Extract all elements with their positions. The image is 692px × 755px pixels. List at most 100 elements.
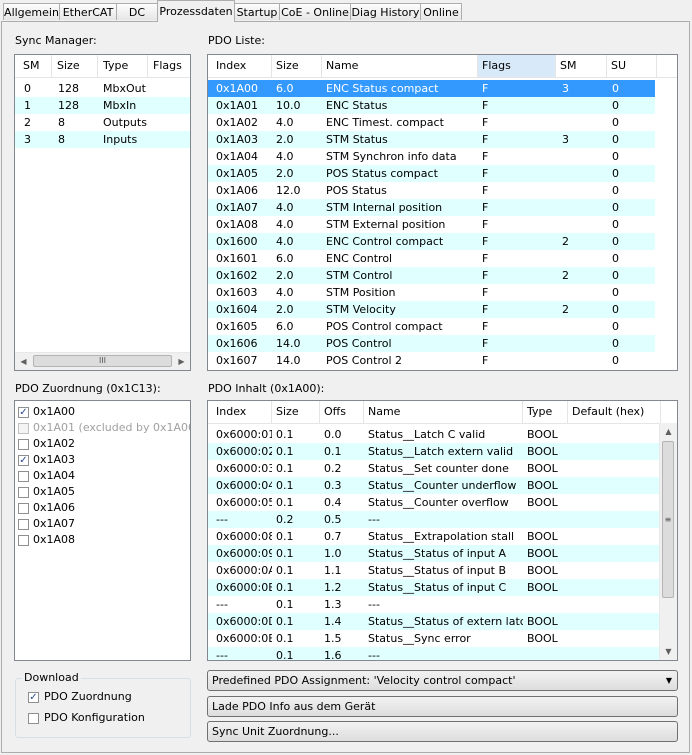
pdo-assignment-item[interactable]: 0x1A04 xyxy=(33,468,75,484)
pdo-assignment-list[interactable]: ✓ 0x1A00 0x1A01 (excluded by 0x1A00) 0x1A02… xyxy=(14,400,191,661)
table-row[interactable]: 0x1A01 10.0 ENC Status F 0 xyxy=(208,97,655,114)
col-type[interactable]: Type xyxy=(523,401,568,423)
table-row[interactable]: 0x6000:09 0.1 1.0 Status__Status of input A… xyxy=(208,545,660,562)
col-su[interactable]: SU xyxy=(607,55,657,77)
col-flags[interactable]: Flags xyxy=(478,55,556,77)
table-row[interactable]: 0x1606 14.0 POS Control F 0 xyxy=(208,335,655,352)
tab-allgemein[interactable]: Allgemein xyxy=(3,3,60,20)
table-row[interactable]: 0x1602 2.0 STM Control F 2 0 xyxy=(208,267,655,284)
table-row[interactable]: 0x1605 6.0 POS Control compact F 0 xyxy=(208,318,655,335)
pdo-assignment-item[interactable]: 0x1A03 xyxy=(33,452,75,468)
col-name[interactable]: Name xyxy=(364,401,523,423)
default-cell xyxy=(572,460,660,477)
table-row[interactable]: 0x6000:0A 0.1 1.1 Status__Status of input B… xyxy=(208,562,660,579)
col-offs[interactable]: Offs xyxy=(320,401,364,423)
tab-dc[interactable]: DC xyxy=(116,3,158,20)
col-size[interactable]: Size xyxy=(272,401,320,423)
table-row[interactable]: 0 128 MbxOut xyxy=(15,80,190,97)
tab-online[interactable]: Online xyxy=(420,3,462,20)
checkbox-icon[interactable] xyxy=(18,439,29,450)
table-row[interactable]: 0x1A06 12.0 POS Status F 0 xyxy=(208,182,655,199)
col-type[interactable]: Type xyxy=(99,55,148,77)
table-row[interactable]: 1 128 MbxIn xyxy=(15,97,190,114)
download-pdo-assignment-label[interactable]: PDO Zuordnung xyxy=(44,689,132,705)
pdo-content-vscrollbar[interactable]: ▲ ≡ ▼ xyxy=(659,423,677,660)
table-row[interactable]: 0x6000:04 0.1 0.3 Status__Counter underflow… xyxy=(208,477,660,494)
table-row[interactable]: --- 0.1 1.6 --- xyxy=(208,647,660,660)
tab-prozessdaten[interactable]: Prozessdaten xyxy=(157,0,235,22)
sm-cell xyxy=(562,284,607,301)
table-row[interactable]: 0x1A02 4.0 ENC Timest. compact F 0 xyxy=(208,114,655,131)
col-size[interactable]: Size xyxy=(272,55,322,77)
pdo-assignment-item[interactable]: 0x1A06 xyxy=(33,500,75,516)
index-cell: 0x1A03 xyxy=(216,133,259,146)
table-row[interactable]: --- 0.2 0.5 --- xyxy=(208,511,660,528)
table-row[interactable]: 2 8 Outputs xyxy=(15,114,190,131)
table-row[interactable]: 0x1A05 2.0 POS Status compact F 0 xyxy=(208,165,655,182)
pdo-content-list[interactable]: Index Size Offs Name Type Default (hex) … xyxy=(207,400,678,661)
scroll-right-icon[interactable]: ▶ xyxy=(173,353,190,370)
size-cell: 2.0 xyxy=(276,303,294,316)
scroll-thumb[interactable]: III xyxy=(33,355,172,367)
pdo-list[interactable]: Index Size Name Flags SM SU 0x1A00 6.0 ENC… xyxy=(207,54,678,371)
col-flags[interactable]: Flags xyxy=(149,55,190,77)
table-row[interactable]: 0x6000:03 0.1 0.2 Status__Set counter done B… xyxy=(208,460,660,477)
table-row[interactable]: 0x1601 6.0 ENC Control F 0 xyxy=(208,250,655,267)
pdo-assignment-item[interactable]: 0x1A07 xyxy=(33,516,75,532)
pdo-assignment-item[interactable]: 0x1A05 xyxy=(33,484,75,500)
sync-manager-hscrollbar[interactable]: ◀ III ▶ xyxy=(15,352,190,370)
table-row[interactable]: 0x1603 4.0 STM Position F 0 xyxy=(208,284,655,301)
sm-cell: 2 xyxy=(562,303,569,316)
checkbox-icon[interactable] xyxy=(18,503,29,514)
checkbox-icon[interactable] xyxy=(18,487,29,498)
table-row[interactable]: 3 8 Inputs xyxy=(15,131,190,148)
table-row[interactable]: 0x1607 14.0 POS Control 2 F 0 xyxy=(208,352,655,369)
table-row[interactable]: 0x1600 4.0 ENC Control compact F 2 0 xyxy=(208,233,655,250)
table-row[interactable]: 0x1A07 4.0 STM Internal position F 0 xyxy=(208,199,655,216)
tab-coe-online[interactable]: CoE - Online xyxy=(279,3,351,20)
predefined-pdo-dropdown[interactable]: Predefined PDO Assignment: 'Velocity con… xyxy=(207,670,678,691)
table-row[interactable]: 0x1A04 4.0 STM Synchron info data F 0 xyxy=(208,148,655,165)
tab-diag-history[interactable]: Diag History xyxy=(350,3,421,20)
checkbox-icon[interactable]: ✓ xyxy=(28,692,39,703)
table-row[interactable]: 0x6000:05 0.1 0.4 Status__Counter overflow B… xyxy=(208,494,660,511)
tab-ethercat[interactable]: EtherCAT xyxy=(59,3,117,20)
pdo-assignment-item[interactable]: 0x1A08 xyxy=(33,532,75,548)
col-name[interactable]: Name xyxy=(322,55,478,77)
col-size[interactable]: Size xyxy=(53,55,98,77)
tab-startup[interactable]: Startup xyxy=(234,3,280,20)
table-row[interactable]: 0x6000:01 0.1 0.0 Status__Latch C valid BOOL xyxy=(208,426,660,443)
col-index[interactable]: Index xyxy=(212,55,272,77)
sync-unit-button[interactable]: Sync Unit Zuordnung... xyxy=(207,721,678,742)
table-row[interactable]: 0x6000:02 0.1 0.1 Status__Latch extern vali… xyxy=(208,443,660,460)
load-pdo-info-button[interactable]: Lade PDO Info aus dem Gerät xyxy=(207,696,678,717)
checkbox-icon[interactable]: ✓ xyxy=(18,407,29,418)
table-row[interactable]: --- 0.1 1.3 --- xyxy=(208,596,660,613)
checkbox-icon[interactable] xyxy=(18,519,29,530)
table-row[interactable]: 0x6000:08 0.1 0.7 Status__Extrapolation sta… xyxy=(208,528,660,545)
index-cell: 0x1607 xyxy=(216,354,258,367)
table-row[interactable]: 0x1A03 2.0 STM Status F 3 0 xyxy=(208,131,655,148)
pdo-assignment-item[interactable]: 0x1A00 xyxy=(33,404,75,420)
checkbox-icon[interactable] xyxy=(28,713,39,724)
table-row[interactable]: 0x6000:0D 0.1 1.4 Status__Status of extern … xyxy=(208,613,660,630)
col-sm[interactable]: SM xyxy=(19,55,52,77)
sync-manager-list[interactable]: SM Size Type Flags 0 128 MbxOut 1 128 MbxIn 2 8… xyxy=(14,54,191,371)
table-row[interactable]: 0x6000:0B 0.1 1.2 Status__Status of input C… xyxy=(208,579,660,596)
scroll-down-icon[interactable]: ▼ xyxy=(660,643,677,660)
table-row[interactable]: 0x1A00 6.0 ENC Status compact F 3 0 xyxy=(208,80,655,97)
col-sm[interactable]: SM xyxy=(556,55,607,77)
table-row[interactable]: 0x6000:0E 0.1 1.5 Status__Sync error BOOL xyxy=(208,630,660,647)
checkbox-icon[interactable] xyxy=(18,535,29,546)
col-default[interactable]: Default (hex) xyxy=(568,401,661,423)
table-row[interactable]: 0x1A08 4.0 STM External position F 0 xyxy=(208,216,655,233)
checkbox-icon[interactable] xyxy=(18,471,29,482)
pdo-assignment-item[interactable]: 0x1A02 xyxy=(33,436,75,452)
scroll-up-icon[interactable]: ▲ xyxy=(660,423,677,440)
checkbox-icon[interactable]: ✓ xyxy=(18,455,29,466)
scroll-thumb[interactable]: ≡ xyxy=(662,441,674,598)
col-index[interactable]: Index xyxy=(212,401,272,423)
table-row[interactable]: 0x1604 2.0 STM Velocity F 2 0 xyxy=(208,301,655,318)
download-pdo-config-label[interactable]: PDO Konfiguration xyxy=(44,710,145,726)
scroll-left-icon[interactable]: ◀ xyxy=(15,353,32,370)
